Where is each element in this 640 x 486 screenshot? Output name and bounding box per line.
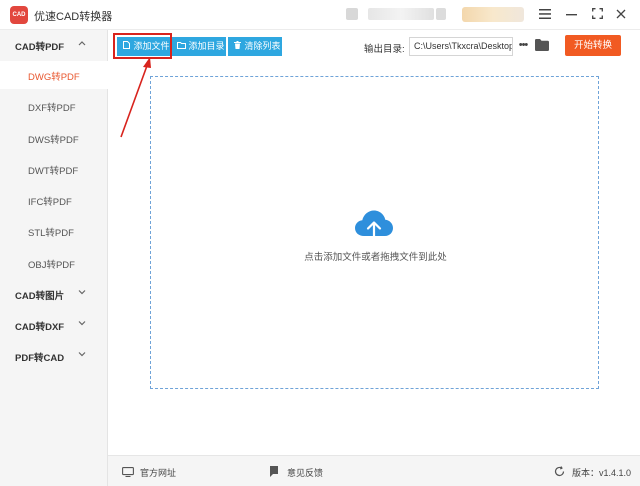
add-folder-button[interactable]: 添加目录 <box>172 37 226 56</box>
website-label: 官方网址 <box>140 468 177 478</box>
website-link[interactable]: 官方网址 <box>122 466 176 479</box>
file-drop-zone[interactable]: 点击添加文件或者拖拽文件到此处 <box>150 76 599 389</box>
sidebar-item-label: OBJ转PDF <box>28 260 75 271</box>
sidebar-item-dxf-to-pdf[interactable]: DXF转PDF <box>0 92 108 120</box>
blurred-vip-banner[interactable] <box>462 7 524 22</box>
blurred-badge <box>436 8 446 20</box>
start-convert-button[interactable]: 开始转换 <box>565 35 621 56</box>
feedback-link[interactable]: 意见反馈 <box>269 466 323 479</box>
sidebar-category-cad-to-pdf[interactable]: CAD转PDF <box>0 31 108 59</box>
trash-icon <box>232 37 242 56</box>
sidebar-item-label: DWS转PDF <box>28 135 79 146</box>
sidebar-item-stl-to-pdf[interactable]: STL转PDF <box>0 217 108 245</box>
sidebar-item-label: STL转PDF <box>28 228 74 239</box>
feedback-label: 意见反馈 <box>287 468 324 478</box>
sidebar-item-obj-to-pdf[interactable]: OBJ转PDF <box>0 249 108 277</box>
sidebar-item-dwg-to-pdf[interactable]: DWG转PDF <box>0 61 108 89</box>
sidebar-category-cad-to-image[interactable]: CAD转图片 <box>0 280 108 308</box>
sidebar-item-label: DWG转PDF <box>28 72 80 83</box>
footer-bar: 官方网址 意见反馈 版本：v1.4.1.0 <box>108 455 640 486</box>
menu-icon[interactable] <box>536 6 554 24</box>
chevron-up-icon <box>78 38 86 48</box>
minimize-icon[interactable] <box>562 6 580 24</box>
output-dir-label: 输出目录: <box>364 44 405 55</box>
category-label: CAD转图片 <box>15 291 65 302</box>
chevron-down-icon <box>78 287 86 297</box>
category-label: CAD转PDF <box>15 42 65 53</box>
clear-list-button[interactable]: 清除列表 <box>228 37 282 56</box>
category-label: PDF转CAD <box>15 353 65 364</box>
maximize-icon[interactable] <box>588 6 606 24</box>
close-icon[interactable] <box>612 6 630 24</box>
refresh-icon <box>554 466 566 477</box>
sidebar-item-label: IFC转PDF <box>28 197 72 208</box>
sidebar-item-dws-to-pdf[interactable]: DWS转PDF <box>0 124 108 152</box>
monitor-icon <box>122 467 134 478</box>
more-options-button[interactable]: ••• <box>516 36 530 54</box>
drop-hint-text: 点击添加文件或者拖拽文件到此处 <box>304 252 447 263</box>
sidebar-item-label: DWT转PDF <box>28 166 79 177</box>
sidebar: CAD转PDF DWG转PDF DXF转PDF DWS转PDF DWT转PDF … <box>0 30 108 486</box>
feedback-icon <box>269 466 281 477</box>
sidebar-category-cad-to-dxf[interactable]: CAD转DXF <box>0 311 108 339</box>
sidebar-item-ifc-to-pdf[interactable]: IFC转PDF <box>0 186 108 214</box>
blurred-avatar <box>346 8 358 20</box>
cloud-upload-icon <box>354 209 394 243</box>
folder-icon <box>176 37 186 56</box>
app-logo: CAD <box>10 6 28 24</box>
chevron-down-icon <box>78 349 86 359</box>
sidebar-item-dwt-to-pdf[interactable]: DWT转PDF <box>0 155 108 183</box>
annotation-arrow <box>120 57 151 138</box>
title-bar: CAD 优速CAD转换器 <box>0 0 640 30</box>
output-dir-field[interactable]: C:\Users\Tkxcra\Desktop <box>409 37 513 56</box>
version-label: 版本：v1.4.1.0 <box>572 468 632 478</box>
clear-list-label: 清除列表 <box>244 41 281 51</box>
chevron-down-icon <box>78 318 86 328</box>
add-folder-label: 添加目录 <box>188 41 225 51</box>
app-title: 优速CAD转换器 <box>34 11 113 23</box>
category-label: CAD转DXF <box>15 322 65 333</box>
version-info[interactable]: 版本：v1.4.1.0 <box>554 466 631 479</box>
sidebar-item-label: DXF转PDF <box>28 103 76 114</box>
sidebar-category-pdf-to-cad[interactable]: PDF转CAD <box>0 342 108 370</box>
blurred-username <box>368 8 434 20</box>
browse-folder-icon[interactable] <box>535 39 549 52</box>
